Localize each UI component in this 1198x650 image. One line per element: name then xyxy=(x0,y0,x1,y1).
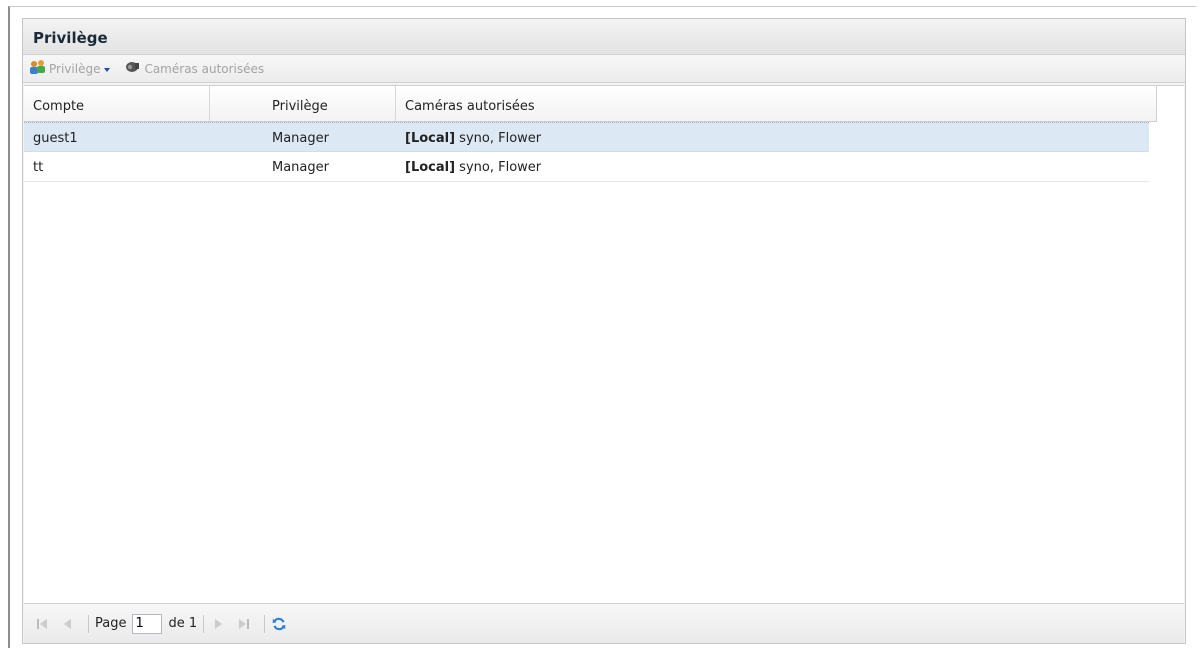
separator xyxy=(264,614,266,633)
panel-title: Privilège xyxy=(23,19,1185,55)
cell-cameras: [Local] syno, Flower xyxy=(396,152,1149,181)
next-page-icon[interactable] xyxy=(210,616,226,632)
chevron-down-icon xyxy=(104,67,111,72)
users-icon xyxy=(29,59,47,78)
table-row[interactable]: tt Manager [Local] syno, Flower xyxy=(24,152,1149,182)
cameras-location: [Local] xyxy=(405,160,456,175)
privilege-panel: Privilège Privilège Caméras autorisées C… xyxy=(22,18,1186,644)
column-header-privilege[interactable]: Privilège xyxy=(210,86,396,121)
cameras-list: syno, Flower xyxy=(455,131,542,146)
last-page-icon[interactable] xyxy=(236,616,252,632)
authorized-cameras-label: Caméras autorisées xyxy=(144,61,265,76)
column-header-compte[interactable]: Compte xyxy=(24,86,210,121)
page-count: de 1 xyxy=(168,616,198,631)
page-label: Page xyxy=(95,616,127,631)
camera-icon xyxy=(124,60,140,77)
refresh-icon[interactable] xyxy=(271,616,287,632)
cameras-list: syno, Flower xyxy=(455,160,542,175)
toolbar: Privilège Caméras autorisées xyxy=(23,55,1185,83)
grid-header: Compte Privilège Caméras autorisées xyxy=(24,86,1157,122)
column-header-cameras[interactable]: Caméras autorisées xyxy=(396,86,1156,121)
cell-privilege: Manager xyxy=(272,131,329,146)
cell-cameras: [Local] syno, Flower xyxy=(396,123,1149,151)
table-row[interactable]: guest1 Manager [Local] syno, Flower xyxy=(24,122,1149,152)
previous-page-icon[interactable] xyxy=(60,616,76,632)
cameras-location: [Local] xyxy=(405,131,456,146)
separator xyxy=(203,614,205,633)
first-page-icon[interactable] xyxy=(34,616,50,632)
authorized-cameras-button[interactable]: Caméras autorisées xyxy=(124,60,264,77)
accounts-grid: Compte Privilège Caméras autorisées gues… xyxy=(24,85,1184,603)
cell-compte: tt xyxy=(33,160,44,175)
page-number-input[interactable] xyxy=(132,613,163,634)
privilege-menu-button[interactable]: Privilège xyxy=(29,59,111,78)
cell-compte: guest1 xyxy=(33,131,78,146)
cell-privilege: Manager xyxy=(272,160,329,175)
privilege-menu-label: Privilège xyxy=(49,61,101,76)
separator xyxy=(88,614,89,633)
pagination-toolbar: Page de 1 xyxy=(24,603,1184,643)
